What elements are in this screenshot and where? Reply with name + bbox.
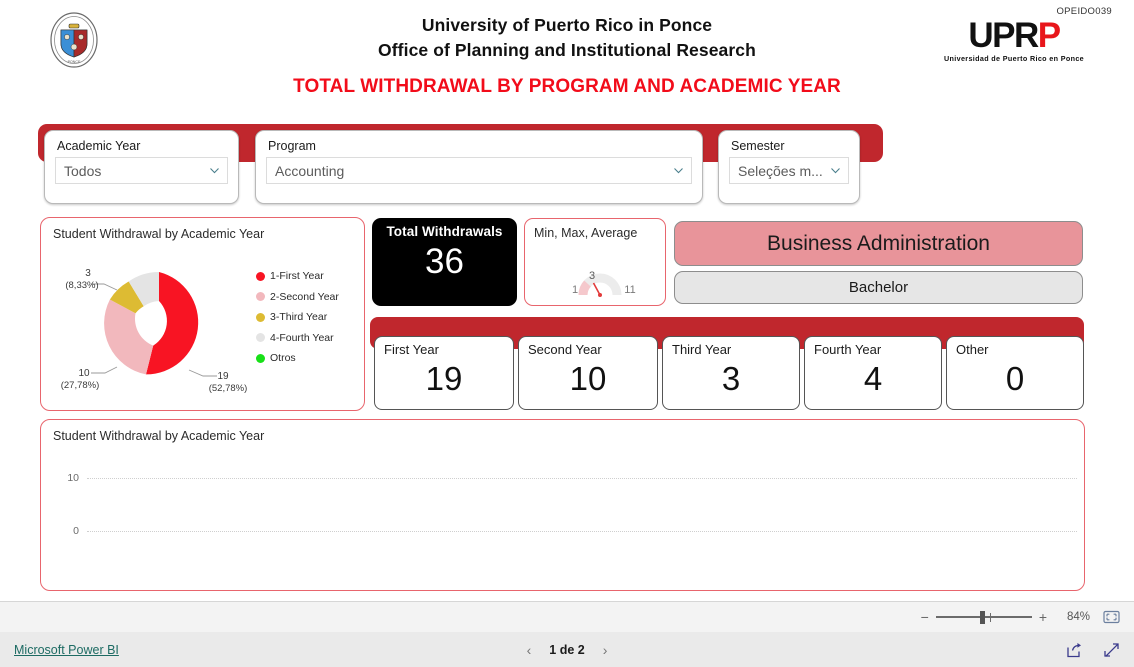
status-bar: − + 84% — [0, 601, 1134, 632]
legend-item[interactable]: 2-Second Year — [256, 291, 352, 303]
donut-chart[interactable]: 3 (8,33%) 10 (27,78%) 19 (52,78%) — [47, 254, 257, 404]
chevron-left-icon[interactable]: ‹ — [527, 642, 532, 658]
footer-actions — [1066, 642, 1120, 658]
slicer-semester[interactable]: Semester Seleções m... — [718, 130, 860, 204]
slicer-program[interactable]: Program Accounting — [255, 130, 703, 204]
x-axis-tick-layer: 2016-20172017-20182019-20202020-20212022… — [41, 420, 1084, 590]
slicer-semester-value: Seleções m... — [738, 162, 823, 179]
program-name-card[interactable]: Business Administration — [674, 221, 1083, 266]
report-header: PONCE University of Puerto Rico in Ponce… — [0, 0, 1134, 112]
fullscreen-icon[interactable] — [1103, 642, 1120, 658]
svg-text:(52,78%): (52,78%) — [209, 383, 248, 394]
zoom-slider-thumb[interactable] — [979, 611, 985, 624]
share-icon[interactable] — [1066, 642, 1083, 658]
document-code: OPEIDO039 — [1056, 6, 1112, 17]
legend-swatch-second-year — [256, 292, 265, 301]
total-withdrawals-label: Total Withdrawals — [386, 224, 503, 239]
min-max-average-card[interactable]: Min, Max, Average 1 3 11 — [524, 218, 666, 306]
slicer-program-label: Program — [268, 139, 316, 153]
legend-item[interactable]: 1-First Year — [256, 270, 352, 282]
gauge-chart: 1 3 11 — [525, 267, 665, 301]
kpi-card-fourth-year[interactable]: Fourth Year 4 — [804, 336, 942, 410]
uprp-letter-p: P — [1037, 16, 1061, 55]
kpi-value: 0 — [1005, 360, 1025, 397]
slicer-academic-year[interactable]: Academic Year Todos — [44, 130, 239, 204]
legend-swatch-first-year — [256, 271, 265, 281]
chevron-right-icon[interactable]: › — [603, 642, 608, 658]
svg-text:10: 10 — [78, 368, 90, 379]
legend-label: Otros — [270, 352, 296, 364]
svg-text:11: 11 — [624, 284, 635, 296]
legend-item[interactable]: 4-Fourth Year — [256, 332, 352, 344]
uprp-logo: UPRP Universidad de Puerto Rico en Ponce — [934, 16, 1094, 64]
uprp-logo-subtitle: Universidad de Puerto Rico en Ponce — [943, 54, 1085, 64]
zoom-in-button[interactable]: + — [1039, 610, 1047, 624]
slicer-semester-dropdown[interactable]: Seleções m... — [729, 157, 849, 184]
kpi-label: Fourth Year — [814, 342, 882, 357]
slicer-semester-label: Semester — [731, 139, 785, 153]
legend-swatch-otros — [256, 353, 265, 363]
total-withdrawals-value: 36 — [425, 242, 464, 281]
kpi-label: First Year — [384, 342, 439, 357]
zoom-out-button[interactable]: − — [921, 610, 929, 624]
kpi-label: Other — [956, 342, 989, 357]
svg-text:19: 19 — [217, 371, 229, 382]
degree-level-card[interactable]: Bachelor — [674, 271, 1083, 304]
powerbi-report-page: PONCE University of Puerto Rico in Ponce… — [0, 0, 1134, 667]
svg-text:(27,78%): (27,78%) — [61, 380, 100, 391]
zoom-slider[interactable] — [935, 611, 1032, 624]
zoom-level-value: 84% — [1066, 611, 1090, 623]
bar-chart-card[interactable]: Student Withdrawal by Academic Year 10 0… — [40, 419, 1085, 591]
legend-item[interactable]: 3-Third Year — [256, 311, 352, 323]
donut-chart-card[interactable]: Student Withdrawal by Academic Year 3 (8… — [40, 217, 365, 411]
legend-item[interactable]: Otros — [256, 352, 352, 364]
uprp-wordmark: UPRP — [934, 16, 1094, 55]
svg-text:3: 3 — [589, 270, 595, 282]
page-title: TOTAL WITHDRAWAL BY PROGRAM AND ACADEMIC… — [293, 76, 841, 97]
min-max-average-label: Min, Max, Average — [534, 226, 638, 240]
report-footer: Microsoft Power BI ‹ 1 de 2 › — [0, 632, 1134, 667]
chevron-down-icon[interactable] — [208, 164, 221, 177]
legend-label: 3-Third Year — [270, 311, 328, 323]
legend-label: 2-Second Year — [270, 290, 339, 303]
total-withdrawals-card[interactable]: Total Withdrawals 36 — [372, 218, 517, 306]
donut-legend: 1-First Year 2-Second Year 3-Third Year … — [256, 270, 352, 364]
svg-text:3: 3 — [85, 268, 91, 279]
slicer-program-dropdown[interactable]: Accounting — [266, 157, 692, 184]
zoom-slider-notch — [989, 613, 991, 622]
kpi-label: Second Year — [528, 342, 602, 357]
kpi-card-third-year[interactable]: Third Year 3 — [662, 336, 800, 410]
kpi-label: Third Year — [672, 342, 732, 357]
kpi-value: 10 — [569, 360, 607, 397]
chevron-down-icon[interactable] — [672, 164, 685, 177]
slicer-academic-year-label: Academic Year — [57, 139, 141, 153]
kpi-card-other[interactable]: Other 0 — [946, 336, 1084, 410]
kpi-value: 19 — [425, 360, 463, 397]
fit-to-page-icon[interactable] — [1103, 610, 1120, 624]
donut-chart-title: Student Withdrawal by Academic Year — [53, 227, 265, 241]
legend-label: 1-First Year — [270, 270, 324, 282]
page-navigation: ‹ 1 de 2 › — [0, 642, 1134, 658]
slicer-academic-year-value: Todos — [64, 162, 102, 179]
kpi-value: 4 — [863, 360, 883, 397]
legend-swatch-third-year — [256, 312, 265, 322]
legend-label: 4-Fourth Year — [270, 331, 334, 344]
kpi-card-first-year[interactable]: First Year 19 — [374, 336, 514, 410]
uprp-letters-upr: UPR — [968, 16, 1039, 55]
zoom-control[interactable]: − + — [921, 610, 1047, 624]
slicer-academic-year-dropdown[interactable]: Todos — [55, 157, 228, 184]
slicer-program-value: Accounting — [275, 162, 345, 179]
legend-swatch-fourth-year — [256, 333, 265, 342]
kpi-card-second-year[interactable]: Second Year 10 — [518, 336, 658, 410]
kpi-value: 3 — [721, 360, 741, 397]
svg-text:1: 1 — [572, 284, 578, 296]
chevron-down-icon[interactable] — [829, 164, 842, 177]
page-indicator: 1 de 2 — [549, 642, 585, 657]
svg-text:(8,33%): (8,33%) — [65, 280, 98, 291]
